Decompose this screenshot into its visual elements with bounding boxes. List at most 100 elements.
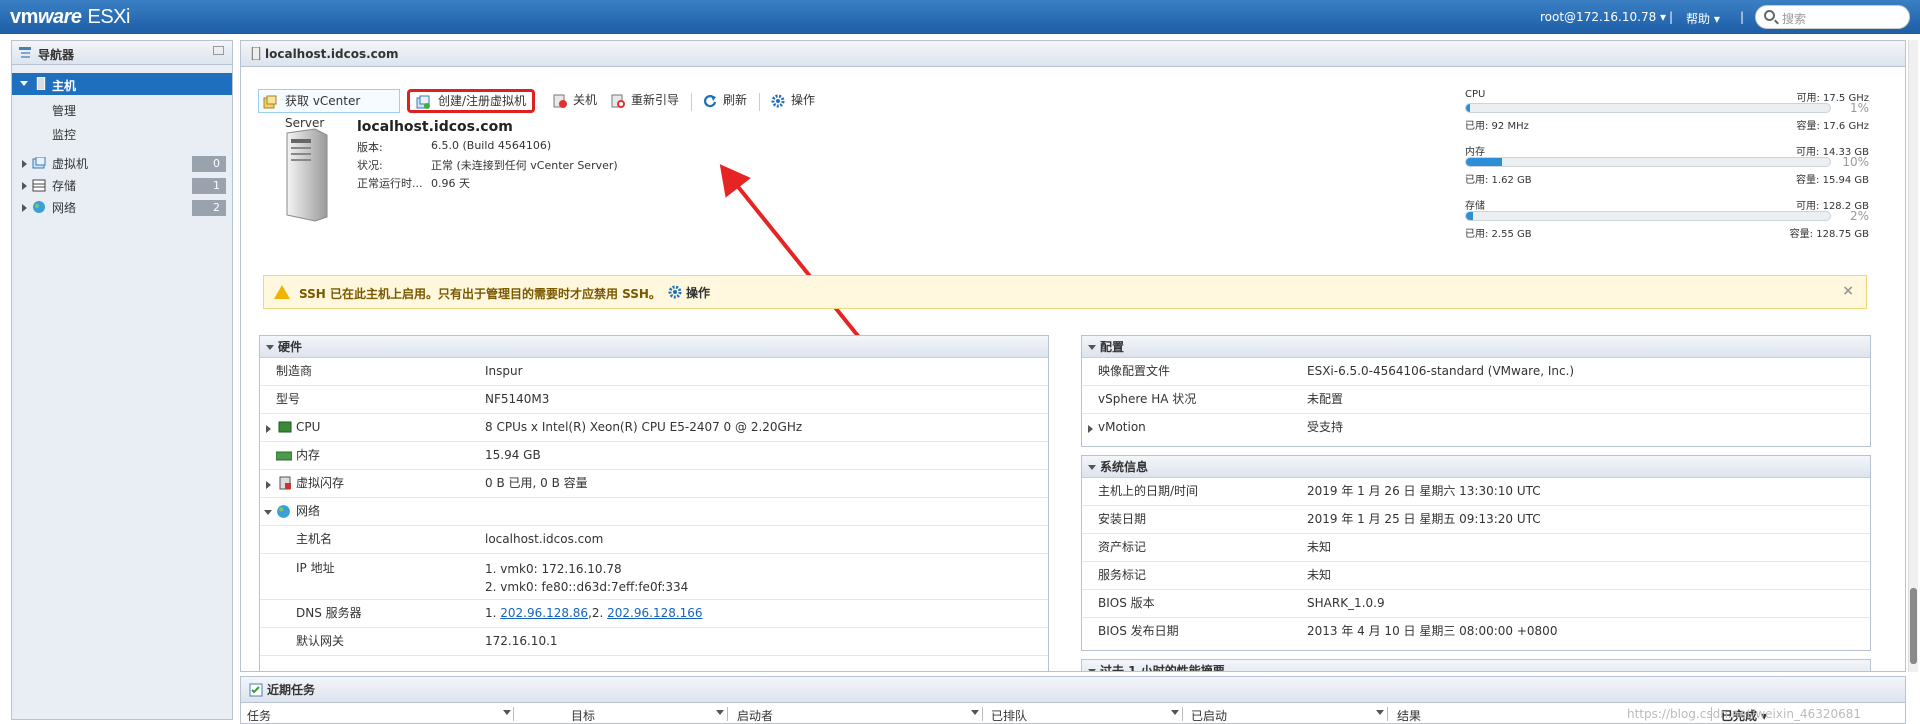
shutdown-button[interactable]: 关机 (549, 89, 597, 113)
meter-percent: 10% (1842, 155, 1869, 169)
get-vcenter-button[interactable]: 获取 vCenter Server (258, 89, 400, 130)
host-name: localhost.idcos.com (357, 119, 513, 135)
chevron-down-icon[interactable] (503, 710, 511, 715)
create-register-vm-button[interactable]: 创建/注册虚拟机 (407, 89, 535, 113)
recent-tasks-header[interactable]: 近期任务 (241, 677, 1905, 703)
refresh-button[interactable]: 刷新 (699, 89, 747, 113)
recent-tasks-panel: 近期任务 任务 目标 启动者 已排队 已启动 结果 已完成 ▾ https://… (240, 676, 1906, 724)
hw-row-cpu[interactable]: CPU 8 CPUs x Intel(R) Xeon(R) CPU E5-2407… (260, 414, 1048, 442)
help-menu[interactable]: 帮助 ▾ (1686, 10, 1720, 27)
hardware-panel: 硬件 制造商 Inspur 型号 NF5140M3 CPU 8 CPUs x Inte… (259, 335, 1049, 671)
main-scrollbar[interactable] (1908, 40, 1918, 672)
column-header-task[interactable]: 任务 (247, 707, 271, 724)
performance-header[interactable]: 过去 1 小时的性能摘要 (1082, 660, 1870, 671)
recent-tasks-title: 近期任务 (267, 683, 316, 697)
main-title-bar: localhost.idcos.com (241, 41, 1905, 67)
configuration-header[interactable]: 配置 (1082, 336, 1870, 358)
prop-label: 状况: (357, 159, 383, 172)
expand-icon[interactable] (20, 81, 28, 86)
warning-actions-button[interactable]: 操作 (668, 284, 710, 301)
prop-value: 正常 (未连接到任何 vCenter Server) (431, 159, 618, 172)
host-main-panel: localhost.idcos.com 获取 vCenter Server 创建… (240, 40, 1906, 672)
column-header-initiator[interactable]: 启动者 (737, 707, 773, 724)
navigator-icon (19, 47, 31, 58)
column-header-result[interactable]: 结果 (1397, 707, 1421, 724)
expand-icon[interactable] (266, 481, 271, 489)
navigator-title: 导航器 (38, 48, 75, 62)
chevron-down-icon[interactable] (1376, 710, 1384, 715)
nav-item-network[interactable]: 网络 2 (12, 197, 232, 219)
button-label: 重新引导 (631, 93, 680, 107)
dns-value: 1. 202.96.128.86,2. 202.96.128.166 (485, 600, 703, 627)
reboot-button[interactable]: 重新引导 (607, 89, 679, 113)
column-header-target[interactable]: 目标 (571, 707, 595, 724)
meter-fill (1466, 104, 1470, 112)
hardware-header[interactable]: 硬件 (260, 336, 1048, 358)
nav-item-storage[interactable]: 存储 1 (12, 175, 232, 197)
expand-icon[interactable] (22, 182, 27, 190)
meter-label: CPU (1465, 89, 1486, 100)
user-menu[interactable]: root@172.16.10.78 ▾ (1540, 10, 1666, 24)
row-label: BIOS 发布日期 (1098, 624, 1179, 638)
nav-item-host[interactable]: 主机 (12, 73, 232, 95)
row-label: DNS 服务器 (296, 606, 362, 620)
hw-row-manufacturer: 制造商 Inspur (260, 358, 1048, 386)
button-label: 操作 (686, 286, 711, 300)
row-label: 内存 (296, 448, 321, 462)
meter-label: 存储 (1465, 201, 1485, 212)
prop-value: 0.96 天 (431, 177, 470, 190)
row-value: SHARK_1.0.9 (1307, 596, 1385, 610)
meter-capacity: 容量: 15.94 GB (1796, 175, 1869, 186)
host-icon (36, 77, 46, 90)
button-label: 刷新 (723, 93, 748, 107)
column-separator (727, 707, 728, 721)
system-info-header[interactable]: 系统信息 (1082, 456, 1870, 478)
performance-panel: 过去 1 小时的性能摘要 (1081, 659, 1871, 671)
row-value: 未配置 (1307, 392, 1344, 406)
vcenter-icon (263, 95, 277, 109)
prop-label: 版本: (357, 141, 383, 154)
nav-item-monitor[interactable]: 监控 (12, 123, 232, 147)
expand-icon[interactable] (22, 204, 27, 212)
prop-label: 正常运行时... (357, 177, 423, 190)
meter-capacity: 容量: 17.6 GHz (1796, 121, 1869, 132)
hw-row-network[interactable]: 网络 (260, 498, 1048, 526)
watermark-text: https://blog.csdn.net/weixin_46320681 (1627, 707, 1862, 721)
meter-bar (1465, 211, 1831, 221)
expand-icon[interactable] (22, 160, 27, 168)
collapse-icon[interactable] (264, 510, 272, 515)
row-value: NF5140M3 (485, 392, 550, 406)
row-label: 虚拟闪存 (296, 476, 345, 490)
collapse-icon[interactable] (213, 46, 224, 55)
dns-link-2[interactable]: 202.96.128.166 (607, 606, 702, 620)
meter-capacity: 容量: 128.75 GB (1789, 229, 1869, 240)
row-value: 2013 年 4 月 10 日 星期三 08:00:00 +0800 (1307, 624, 1558, 638)
column-header-started[interactable]: 已启动 (1191, 707, 1227, 724)
actions-button[interactable]: 操作 (767, 89, 815, 113)
nav-item-manage[interactable]: 管理 (12, 99, 232, 123)
meter-bar (1465, 157, 1831, 167)
count-badge: 1 (192, 178, 226, 194)
scrollbar-thumb[interactable] (1910, 588, 1917, 664)
memory-icon (276, 451, 292, 461)
expand-icon[interactable] (266, 425, 271, 433)
sysinfo-row: BIOS 发布日期 2013 年 4 月 10 日 星期三 08:00:00 +0… (1082, 618, 1870, 646)
nav-item-vms[interactable]: 虚拟机 0 (12, 153, 232, 175)
expand-icon[interactable] (1088, 425, 1093, 433)
nav-label: 网络 (52, 201, 77, 215)
network-icon (277, 505, 290, 518)
close-icon[interactable]: × (1842, 283, 1854, 299)
search-input[interactable]: 搜索 (1755, 5, 1910, 29)
sysinfo-row: BIOS 版本 SHARK_1.0.9 (1082, 590, 1870, 618)
hw-row-virtual-flash[interactable]: 虚拟闪存 0 B 已用, 0 B 容量 (260, 470, 1048, 498)
navigator-panel: 导航器 主机 管理 监控 虚拟机 0 存储 1 网络 2 (11, 40, 233, 720)
chevron-down-icon[interactable] (1171, 710, 1179, 715)
meter-label: 内存 (1465, 147, 1485, 158)
config-row-vmotion[interactable]: vMotion 受支持 (1082, 414, 1870, 442)
dns-link-1[interactable]: 202.96.128.86 (500, 606, 588, 620)
chevron-down-icon[interactable] (971, 710, 979, 715)
chevron-down-icon[interactable] (716, 710, 724, 715)
column-header-queued[interactable]: 已排队 (991, 707, 1027, 724)
refresh-icon (703, 95, 717, 108)
button-label: 创建/注册虚拟机 (438, 94, 527, 108)
